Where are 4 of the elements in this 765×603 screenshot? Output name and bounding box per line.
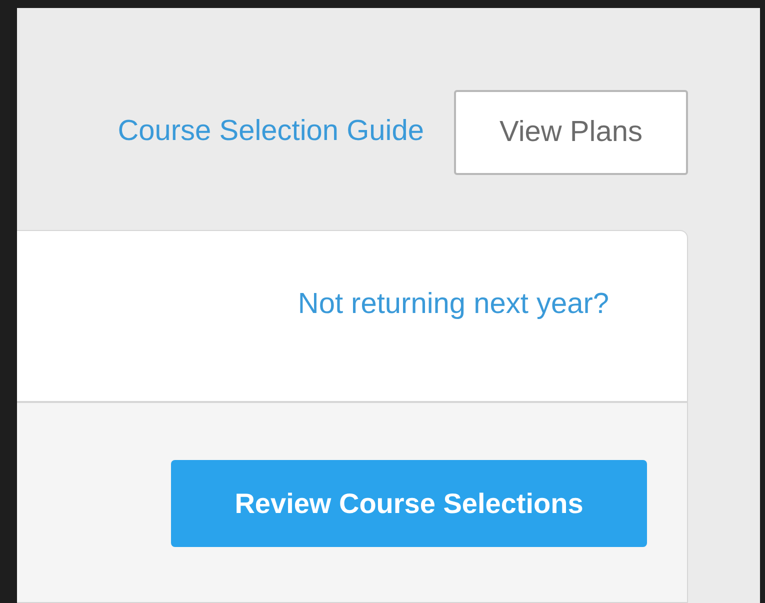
course-selection-guide-link[interactable]: Course Selection Guide: [118, 110, 424, 154]
not-returning-link[interactable]: Not returning next year?: [298, 283, 609, 326]
view-plans-button[interactable]: View Plans: [454, 90, 688, 175]
review-course-selections-button[interactable]: Review Course Selections: [171, 460, 647, 547]
